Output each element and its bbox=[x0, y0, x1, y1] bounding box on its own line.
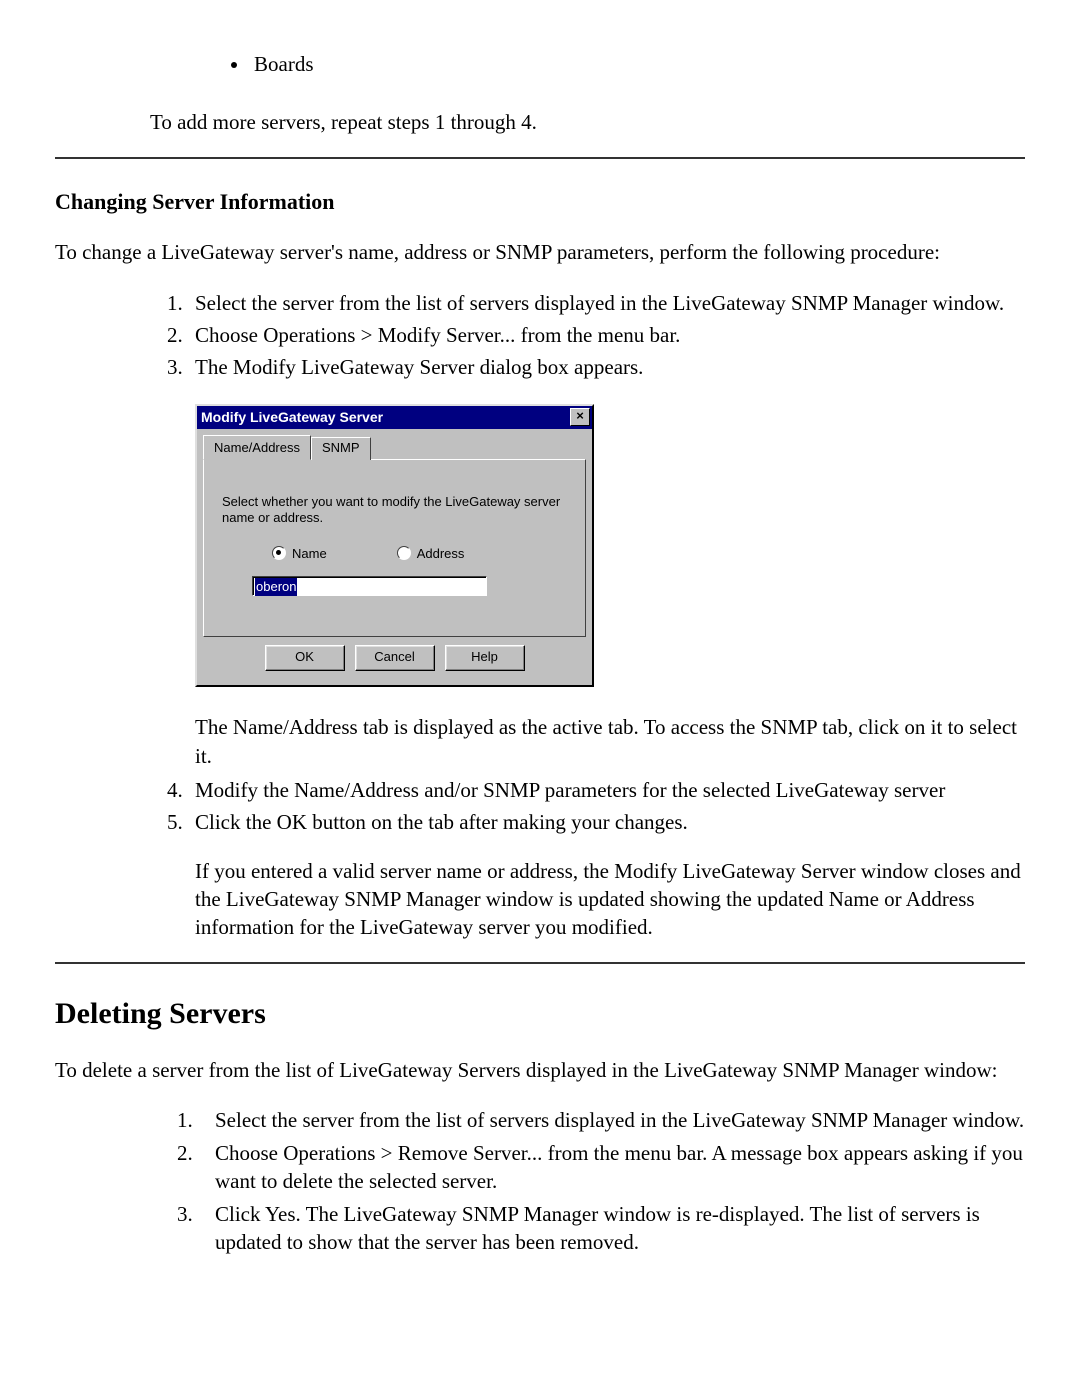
deleting-steps: Select the server from the list of serve… bbox=[55, 1106, 1025, 1256]
server-name-value: oberon bbox=[255, 578, 297, 596]
dialog-titlebar[interactable]: Modify LiveGateway Server × bbox=[197, 406, 592, 429]
step-item: The Modify LiveGateway Server dialog box… bbox=[195, 353, 1025, 770]
step-follow-text: If you entered a valid server name or ad… bbox=[195, 857, 1025, 942]
radio-name-label: Name bbox=[292, 545, 327, 563]
step-item: Choose Operations > Remove Server... fro… bbox=[215, 1139, 1025, 1196]
bullet-list: Boards bbox=[55, 50, 1025, 78]
tab-name-address[interactable]: Name/Address bbox=[203, 435, 311, 461]
radio-name[interactable]: Name bbox=[272, 545, 327, 563]
radio-address-label: Address bbox=[417, 545, 465, 563]
cancel-button[interactable]: Cancel bbox=[355, 645, 435, 671]
radio-dot-icon bbox=[397, 546, 411, 560]
dialog-title: Modify LiveGateway Server bbox=[201, 408, 383, 427]
section-divider bbox=[55, 962, 1025, 964]
step-item: Select the server from the list of serve… bbox=[215, 1106, 1025, 1134]
step-text: Click the OK button on the tab after mak… bbox=[195, 810, 688, 834]
tab-snmp[interactable]: SNMP bbox=[311, 437, 371, 461]
deleting-heading: Deleting Servers bbox=[55, 994, 1025, 1035]
step-item: Click the OK button on the tab after mak… bbox=[195, 808, 1025, 941]
close-icon[interactable]: × bbox=[570, 408, 590, 426]
dialog-client-area: Name/Address SNMP Select whether you wan… bbox=[197, 429, 592, 686]
step-item: Select the server from the list of serve… bbox=[195, 289, 1025, 317]
step-item: Choose Operations > Modify Server... fro… bbox=[195, 321, 1025, 349]
step-item: Click Yes. The LiveGateway SNMP Manager … bbox=[215, 1200, 1025, 1257]
section-divider bbox=[55, 157, 1025, 159]
modify-server-dialog: Modify LiveGateway Server × Name/Address… bbox=[195, 404, 594, 687]
step-text: The Modify LiveGateway Server dialog box… bbox=[195, 355, 643, 379]
repeat-note: To add more servers, repeat steps 1 thro… bbox=[150, 108, 1025, 136]
dialog-instruction: Select whether you want to modify the Li… bbox=[222, 494, 567, 527]
changing-heading: Changing Server Information bbox=[55, 187, 1025, 217]
step-item: Modify the Name/Address and/or SNMP para… bbox=[195, 776, 1025, 804]
deleting-intro: To delete a server from the list of Live… bbox=[55, 1056, 1025, 1084]
tab-strip: Name/Address SNMP bbox=[203, 435, 586, 461]
radio-group: Name Address bbox=[222, 545, 567, 563]
changing-steps: Select the server from the list of serve… bbox=[55, 289, 1025, 942]
server-name-field[interactable]: oberon bbox=[252, 576, 487, 596]
bullet-item: Boards bbox=[250, 50, 1025, 78]
radio-address[interactable]: Address bbox=[397, 545, 465, 563]
step-follow-text: The Name/Address tab is displayed as the… bbox=[195, 713, 1025, 770]
dialog-button-row: OK Cancel Help bbox=[203, 637, 586, 679]
radio-dot-icon bbox=[272, 546, 286, 560]
help-button[interactable]: Help bbox=[445, 645, 525, 671]
ok-button[interactable]: OK bbox=[265, 645, 345, 671]
tab-panel: Select whether you want to modify the Li… bbox=[203, 459, 586, 637]
changing-intro: To change a LiveGateway server's name, a… bbox=[55, 238, 1025, 266]
